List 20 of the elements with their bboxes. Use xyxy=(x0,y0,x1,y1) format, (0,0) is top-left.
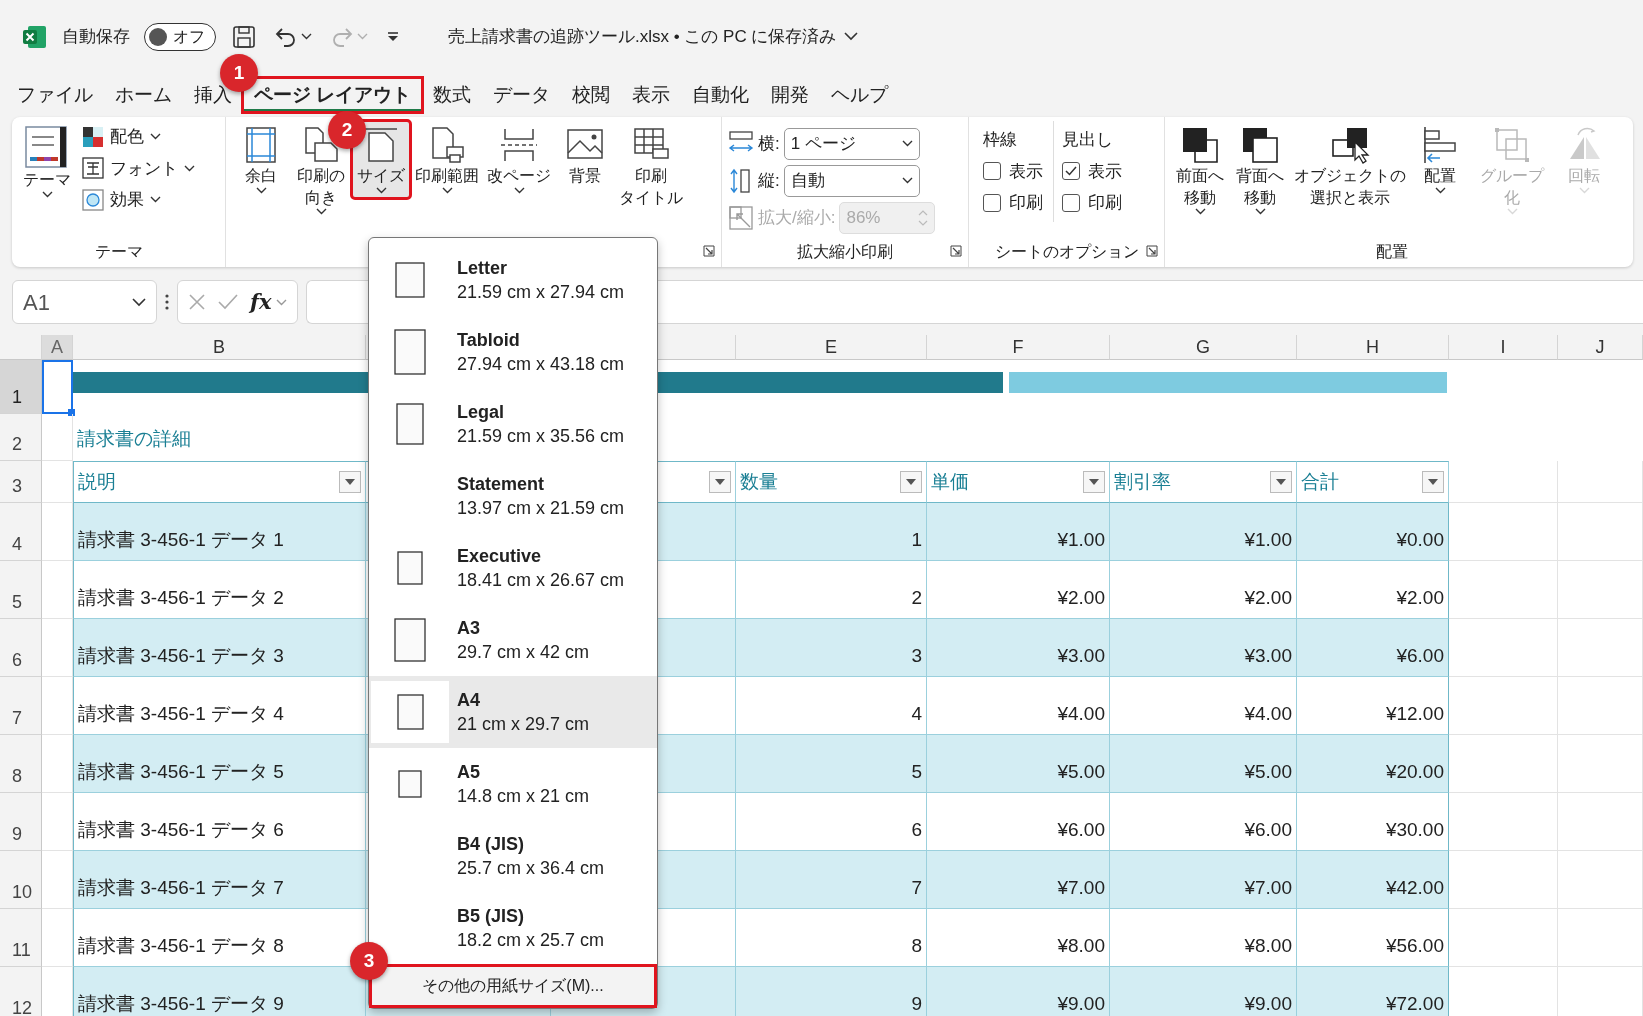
field-label: 縦: xyxy=(758,169,780,192)
checkbox-label: 表示 xyxy=(1088,160,1122,183)
column-heading: 説明 xyxy=(78,469,116,494)
column-heading: 割引率 xyxy=(1114,469,1171,494)
field-label: 拡大/縮小: xyxy=(758,206,836,229)
option-heading: 枠線 xyxy=(983,129,1018,151)
checkbox-label: 表示 xyxy=(1009,160,1043,183)
group-label: テーマ xyxy=(94,242,143,262)
option-heading: 見出し xyxy=(1062,129,1114,151)
column-heading: 合計 xyxy=(1301,469,1339,494)
group-label: 配置 xyxy=(1376,242,1408,262)
checkbox-label: 印刷 xyxy=(1009,192,1043,214)
column-heading: 単価 xyxy=(931,469,969,494)
column-heading: 数量 xyxy=(740,469,778,494)
field-label: 横: xyxy=(758,132,780,155)
group-label: シートのオプション xyxy=(994,242,1139,262)
group-label: 拡大縮小印刷 xyxy=(797,242,893,262)
checkbox-label: 印刷 xyxy=(1088,192,1122,214)
autosave-label: 自動保存 xyxy=(62,25,130,48)
sheet-title: 請求書の詳細 xyxy=(77,426,191,451)
